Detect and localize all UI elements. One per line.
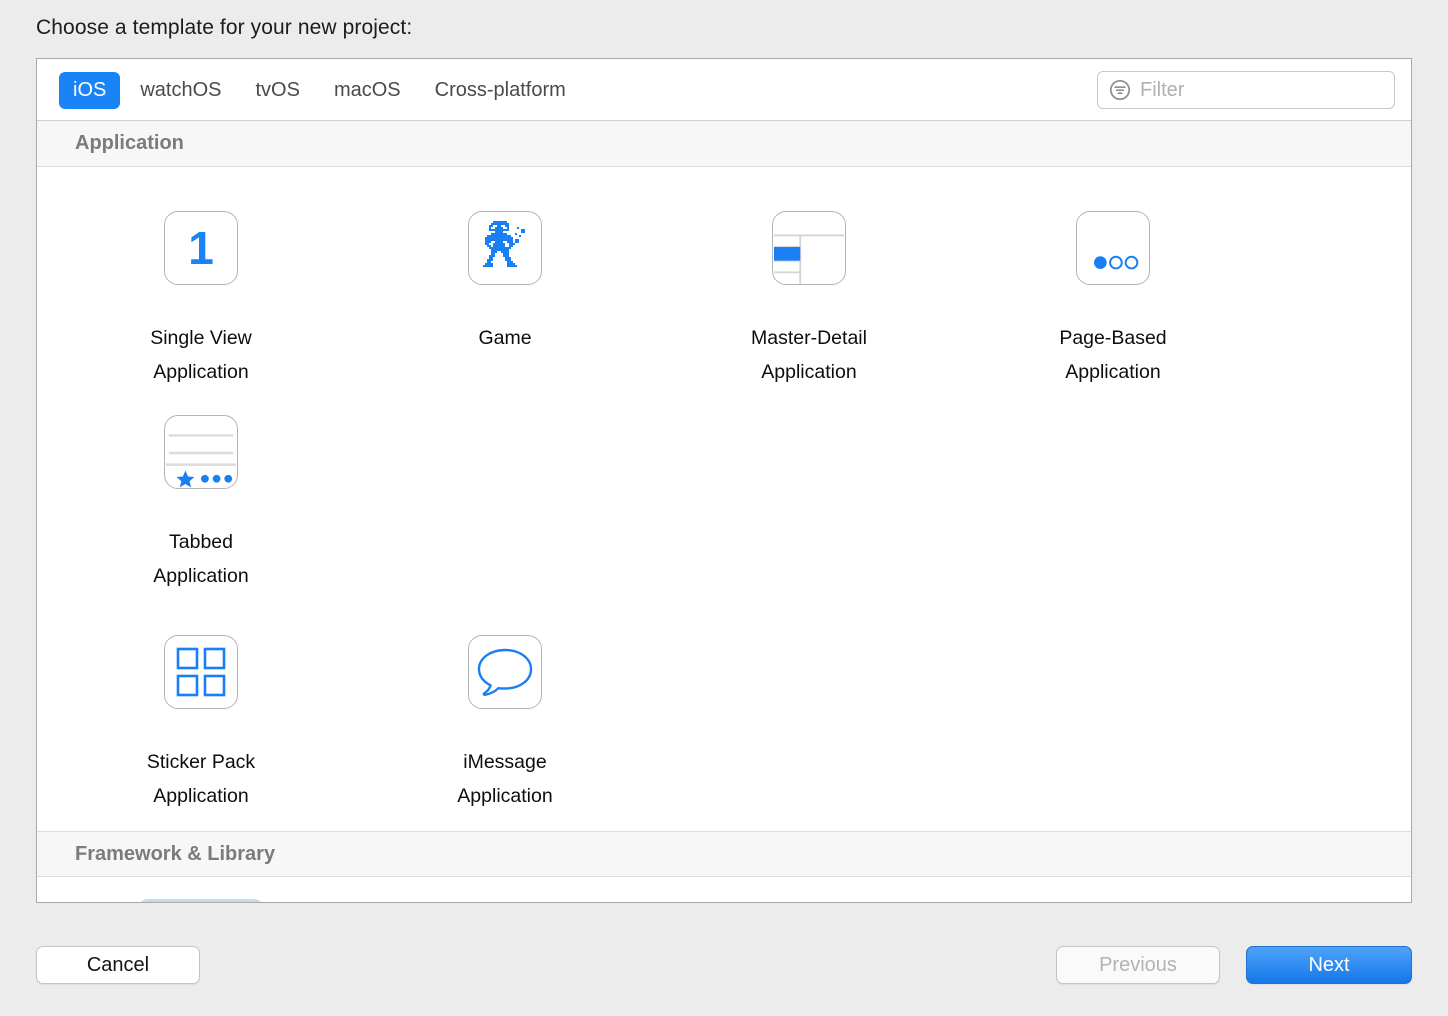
thumb-wrap — [138, 613, 264, 731]
imessage-icon — [468, 635, 542, 709]
template-item-sticker-pack[interactable]: Sticker Pack Application — [61, 613, 341, 817]
thumb-wrap-selected — [138, 899, 264, 903]
grid-filler — [61, 817, 341, 821]
tabbed-icon — [164, 415, 238, 489]
next-button[interactable]: Next — [1246, 946, 1412, 984]
thumb-wrap: 1 — [138, 189, 264, 307]
single-view-icon: 1 — [164, 211, 238, 285]
template-item-game[interactable]: Game — [365, 189, 645, 393]
template-label: Master-Detail Application — [741, 321, 877, 389]
grid-filler — [669, 613, 949, 817]
thumb-wrap — [442, 189, 568, 307]
filter-icon — [1108, 78, 1132, 102]
template-item-tabbed[interactable]: Tabbed Application — [61, 393, 341, 597]
section-header-framework-library: Framework & Library — [37, 831, 1411, 877]
tab-tvos[interactable]: tvOS — [242, 72, 314, 109]
grid-filler — [973, 613, 1253, 817]
template-item-single-view[interactable]: 1 Single View Application — [61, 189, 341, 393]
template-item-master-detail[interactable]: Master-Detail Application — [669, 189, 949, 393]
tab-watchos[interactable]: watchOS — [126, 72, 235, 109]
template-label: Sticker Pack Application — [137, 745, 265, 813]
template-item-metal-library[interactable]: Metal Library — [669, 899, 949, 903]
sticker-pack-icon — [164, 635, 238, 709]
thumb-wrap: Touch — [442, 899, 568, 903]
thumb-wrap — [746, 189, 872, 307]
template-label: Single View Application — [140, 321, 262, 389]
template-label: Page-Based Application — [1049, 321, 1176, 389]
template-item-page-based[interactable]: Page-Based Application — [973, 189, 1253, 393]
grid-filler — [973, 899, 1253, 903]
template-item-cocoa-touch-static-library[interactable]: Touch Cocoa Touch Static Library — [365, 899, 645, 903]
filter-placeholder: Filter — [1140, 79, 1184, 102]
svg-text:1: 1 — [188, 222, 214, 274]
section-header-application: Application — [37, 121, 1411, 167]
template-label: iMessage Application — [447, 745, 562, 813]
tab-macos[interactable]: macOS — [320, 72, 415, 109]
template-chooser-window: Choose a template for your new project: … — [0, 0, 1448, 1016]
application-template-grid: 1 Single View Application — [37, 167, 1411, 831]
framework-template-grid: Cocoa Touch Framework — [37, 877, 1411, 903]
template-label: Game — [468, 321, 541, 355]
template-item-imessage[interactable]: iMessage Application — [365, 613, 645, 817]
game-robot-icon — [468, 211, 542, 285]
template-panel: iOSwatchOStvOSmacOSCross-platform Filter… — [36, 58, 1412, 903]
master-detail-icon — [772, 211, 846, 285]
cancel-button[interactable]: Cancel — [36, 946, 200, 984]
filter-field[interactable]: Filter — [1097, 71, 1395, 109]
thumb-wrap — [442, 613, 568, 731]
thumb-wrap — [746, 899, 872, 903]
grid-row-spacer — [37, 597, 1411, 613]
page-based-icon — [1076, 211, 1150, 285]
thumb-wrap — [1050, 189, 1176, 307]
platform-tab-bar: iOSwatchOStvOSmacOSCross-platform Filter — [37, 59, 1411, 121]
platform-tabs: iOSwatchOStvOSmacOSCross-platform — [59, 72, 580, 109]
thumb-wrap — [138, 393, 264, 511]
template-label: Tabbed Application — [143, 525, 258, 593]
tab-cross-platform[interactable]: Cross-platform — [421, 72, 580, 109]
page-title: Choose a template for your new project: — [36, 16, 412, 40]
tab-ios[interactable]: iOS — [59, 72, 120, 109]
previous-button[interactable]: Previous — [1056, 946, 1220, 984]
template-item-cocoa-touch-framework[interactable]: Cocoa Touch Framework — [61, 899, 341, 903]
